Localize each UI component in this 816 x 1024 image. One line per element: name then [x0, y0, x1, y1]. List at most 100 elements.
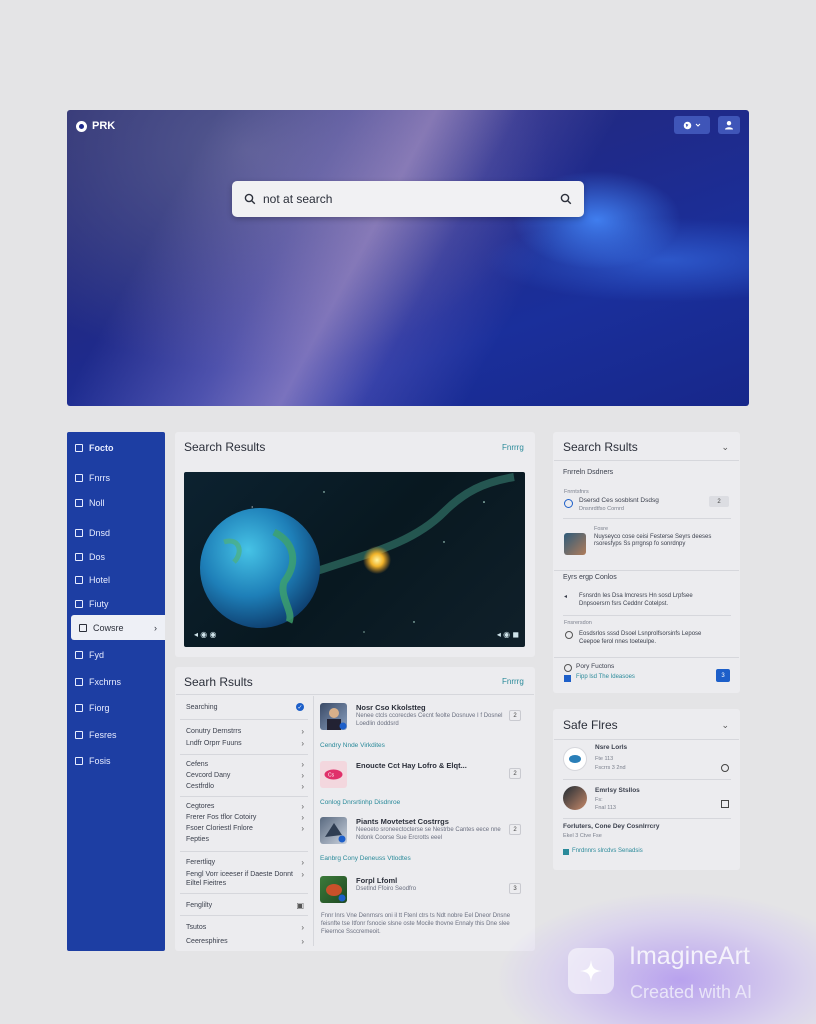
filter-item[interactable]: Fengl Vorr iceeser if Daeste Donnt › — [186, 870, 304, 879]
chevron-down-icon[interactable]: ⌄ — [721, 720, 729, 731]
filter-label: Eiltel Fieitres — [186, 880, 227, 887]
divider — [563, 818, 731, 819]
footer-badge[interactable]: 3 — [716, 669, 730, 682]
header-actions — [674, 116, 740, 134]
refresh-icon — [565, 631, 573, 639]
sidebar-item-home[interactable]: Focto — [67, 435, 165, 460]
right-card-title: Search Rsults — [563, 440, 638, 454]
filter-item[interactable]: Lndfr Orprr Fuuns › — [186, 739, 304, 748]
user-button[interactable] — [718, 116, 740, 134]
sidebar-item-9[interactable]: Fyd — [67, 642, 165, 667]
sidebar-item-5[interactable]: Dos — [67, 544, 165, 569]
search-icon — [244, 193, 256, 205]
item-text[interactable]: Nuyseyco cose ceisi Festerse Seyrs deese… — [594, 534, 722, 548]
list-icon — [75, 473, 83, 482]
filter-item[interactable]: Cefens › — [186, 760, 304, 769]
divider — [180, 719, 308, 720]
result-title: Enoucte Cct Hay Lofro & Elqt... — [356, 761, 467, 770]
sidebar-item-13[interactable]: Fosis — [67, 748, 165, 773]
filter-item[interactable]: Frerer Fos tflor Cotoiry › — [186, 813, 304, 822]
sidebar-item-3[interactable]: Noll — [67, 490, 165, 515]
item-text[interactable]: Fsnsrdn Ies Dsa Imcresrs Hn sosd Lrpfsee… — [579, 592, 719, 608]
left-sidebar: Focto Fnrrs Noll Dnsd Dos Hotel Fiuty Co… — [67, 432, 165, 951]
sidebar-item-11[interactable]: Fiorg — [67, 695, 165, 720]
item-meta: Fnrntsfnrs — [564, 489, 589, 495]
watermark-logo-icon — [568, 948, 614, 994]
logo-icon — [76, 120, 87, 132]
hero-search-bar — [232, 181, 584, 217]
filter-item[interactable]: Fsoer Cloriestl Fnlore › — [186, 824, 304, 833]
sidebar-item-7[interactable]: Fiuty — [67, 591, 165, 616]
result-category[interactable]: Eanbrg Cony Deneuss Vtlodtes — [320, 855, 411, 862]
sidebar-item-active[interactable]: Cowsre › — [71, 615, 165, 640]
chevron-right-icon: › — [301, 937, 304, 946]
filter-label: Cefens — [186, 761, 209, 768]
results-panel-title: Searh Rsults — [184, 675, 253, 689]
file-link[interactable]: Fnrdnnrs slrcdvs Senadsis — [572, 848, 643, 854]
filter-item[interactable]: Ferertliqy › — [186, 858, 304, 867]
map-icon — [75, 650, 83, 659]
grid-icon[interactable] — [721, 800, 729, 808]
filter-item[interactable]: Fepties — [186, 836, 304, 843]
filter-label: Cevcord Dany — [186, 772, 231, 779]
sidebar-item-4[interactable]: Dnsd — [67, 520, 165, 545]
filter-label: Fepties — [186, 836, 209, 843]
filter-item[interactable]: Fenglilty ▣ — [186, 901, 304, 910]
right-results-card: Search Rsults ⌄ Fnrreln Dsdners Fnrntsfn… — [553, 432, 740, 693]
filter-item[interactable]: Eiltel Fieitres — [186, 880, 304, 887]
filter-label: Fenglilty — [186, 902, 213, 909]
grid-icon — [75, 498, 83, 507]
chevron-right-icon: › — [301, 739, 304, 748]
arrow-icon: ◂ — [564, 594, 568, 600]
result-category[interactable]: Conlog Dnrsrtinhp Disdnroe — [320, 799, 400, 806]
filter-item[interactable]: Cevcord Dany › — [186, 771, 304, 780]
featured-panel-link[interactable]: Fnrrrg — [502, 443, 524, 452]
sidebar-item-10[interactable]: Fxchrns — [67, 669, 165, 694]
filter-item[interactable]: Conutry Dernstrrs › — [186, 727, 304, 736]
filter-label: Fsoer Cloriestl Fnlore — [186, 825, 253, 832]
search-input[interactable] — [263, 192, 560, 206]
sidebar-item-label: Cowsre — [93, 622, 124, 633]
file-name[interactable]: Forluters, Cone Dey Cosnlrrcry — [563, 823, 659, 831]
chevron-right-icon: › — [301, 858, 304, 867]
filter-item[interactable]: Cegtores › — [186, 802, 304, 811]
item-text[interactable]: Eosdsrlos sssd Dsoel Lsnprolfsorsinfs Le… — [579, 630, 723, 646]
divider — [554, 739, 739, 740]
brand-logo[interactable]: PRK — [76, 120, 115, 132]
result-title: Nosr Cso Kkolstteg — [356, 703, 426, 712]
filter-label: Fengl Vorr iceeser if Daeste Donnt — [186, 871, 293, 878]
resources-icon — [75, 730, 83, 739]
results-panel-link[interactable]: Fnrrrg — [502, 677, 524, 686]
result-title: Piants Movtetset Costrrgs — [356, 817, 449, 826]
sidebar-item-label: Fosis — [89, 755, 111, 766]
sidebar-item-label: Fiorg — [89, 702, 110, 713]
file-name[interactable]: Nsre Lorls — [595, 744, 627, 752]
sidebar-item-12[interactable]: Fesres — [67, 722, 165, 747]
search-submit-icon[interactable] — [560, 193, 572, 205]
image-controls-left-icon[interactable]: ◂ ◉ ◉ — [194, 630, 216, 639]
result-category[interactable]: Cendry Nnde Virkdites — [320, 742, 385, 749]
result-description: Neeoeto sroneectocterse se Nestrbe Cante… — [356, 827, 501, 841]
item-text[interactable]: Dsersd Ces sosblsnt Dsdsg — [579, 497, 699, 505]
sidebar-item-label: Fiuty — [89, 598, 109, 609]
divider — [176, 694, 534, 695]
watermark-subtitle: Created with AI — [630, 982, 753, 1002]
sidebar-item-2[interactable]: Fnrrs — [67, 465, 165, 490]
language-button[interactable] — [674, 116, 710, 134]
filter-item[interactable]: Searching ✓ — [186, 703, 304, 711]
divider — [554, 657, 739, 658]
file-name[interactable]: Emrlsy Stsllos — [595, 787, 640, 795]
chevron-down-icon[interactable]: ⌄ — [721, 442, 729, 453]
file-meta: Fnal 113 — [595, 805, 616, 811]
filter-item[interactable]: Cestfrdlo › — [186, 782, 304, 791]
image-controls-right-icon[interactable]: ◂ ◉ ◼ — [497, 630, 519, 639]
filter-item[interactable]: Tsutos › — [186, 923, 304, 932]
result-count-badge: 2 — [509, 768, 521, 779]
clock-icon[interactable] — [721, 764, 729, 772]
filter-item[interactable]: Ceeresphires › — [186, 937, 304, 946]
chevron-right-icon: › — [301, 824, 304, 833]
sidebar-item-6[interactable]: Hotel — [67, 567, 165, 592]
earth-image[interactable]: ◂ ◉ ◉ ◂ ◉ ◼ — [184, 472, 525, 647]
section-label: Eyrs ergp Conlos — [563, 574, 617, 581]
footer-link[interactable]: Fipp lsd The Ideasoes — [576, 674, 635, 680]
